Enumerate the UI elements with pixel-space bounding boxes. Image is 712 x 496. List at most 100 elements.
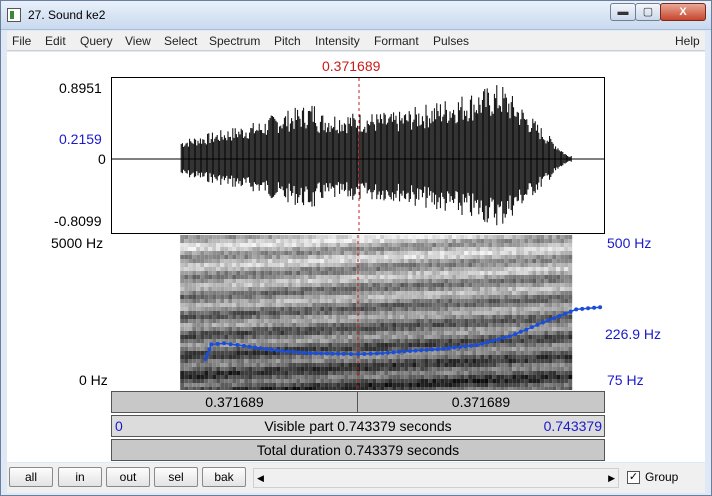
spectrogram-image	[180, 235, 573, 390]
waveform-zero-label: 0	[98, 151, 106, 167]
menu-help[interactable]: Help	[675, 34, 700, 48]
pitch-point	[286, 349, 291, 354]
pitch-point	[302, 350, 307, 355]
pitch-point	[269, 347, 274, 352]
maximize-button[interactable]: ▢	[635, 3, 661, 21]
total-duration-panel[interactable]: Total duration 0.743379 seconds	[111, 439, 605, 461]
title-bar[interactable]: 27. Sound ke2 ▬ ▢ X	[1, 1, 711, 30]
menu-query[interactable]: Query	[80, 34, 113, 48]
pitch-point	[264, 347, 269, 351]
pitch-point	[235, 343, 240, 347]
pitch-point	[319, 351, 324, 356]
pitch-point	[228, 342, 233, 347]
pitch-point	[474, 343, 479, 348]
pitch-point	[513, 332, 518, 337]
pitch-point	[586, 306, 591, 311]
pitch-point	[496, 337, 501, 342]
pitch-point	[546, 318, 551, 323]
pitch-point	[385, 350, 390, 355]
time-after-cursor-panel[interactable]: 0.371689	[357, 391, 605, 413]
group-checkbox[interactable]: ✓	[627, 471, 640, 484]
pitch-point	[598, 305, 603, 310]
pitch-point	[258, 346, 263, 351]
scroll-right-icon[interactable]: ▶	[608, 473, 615, 484]
bottom-toolbar: all in out sel bak ◀ ▶ ✓ Group	[7, 463, 705, 493]
close-button[interactable]: X	[660, 3, 706, 21]
pitch-point	[446, 346, 451, 351]
pitch-point	[552, 316, 556, 321]
zoom-selection-button[interactable]: sel	[154, 467, 198, 487]
pitch-point	[529, 325, 534, 330]
pitch-point	[348, 352, 353, 357]
pitch-point	[308, 351, 313, 356]
waveform-plot	[112, 78, 604, 233]
editor-content: 0.371689 0.8951 0.2159 0 -0.8099 5000 Hz…	[7, 52, 705, 462]
pitch-point	[435, 347, 440, 352]
pitch-point	[222, 341, 226, 346]
waveform-panel[interactable]	[111, 77, 605, 234]
menu-select[interactable]: Select	[164, 34, 197, 48]
pitch-point	[491, 338, 496, 343]
pitch-point	[540, 320, 545, 325]
pitch-bottom-label: 75 Hz	[607, 372, 644, 388]
menu-pulses[interactable]: Pulses	[433, 34, 469, 48]
pitch-point	[563, 311, 568, 316]
cursor-time-value: 0.371689	[322, 58, 381, 74]
visible-end-value: 0.743379	[543, 418, 602, 434]
pitch-point	[336, 351, 340, 356]
scroll-left-icon[interactable]: ◀	[257, 473, 264, 484]
pitch-point	[424, 347, 429, 352]
pitch-point	[280, 349, 285, 353]
zoom-out-button[interactable]: out	[106, 467, 150, 487]
menu-bar: File Edit Query View Select Spectrum Pit…	[7, 31, 705, 51]
pitch-point	[325, 351, 329, 356]
menu-file[interactable]: File	[12, 34, 31, 48]
spectrogram-freq-bottom-label: 0 Hz	[79, 372, 108, 388]
time-before-cursor-panel[interactable]: 0.371689	[111, 391, 358, 413]
menu-pitch[interactable]: Pitch	[274, 34, 301, 48]
pitch-point	[413, 348, 418, 353]
pitch-point	[207, 347, 212, 352]
pitch-point	[408, 349, 412, 353]
zoom-all-button[interactable]: all	[9, 467, 53, 487]
pitch-point	[209, 342, 214, 347]
pitch-point	[397, 349, 401, 354]
time-before-cursor-value: 0.371689	[205, 394, 264, 410]
visible-start-value: 0	[115, 418, 123, 434]
pitch-point	[419, 348, 424, 353]
spectrogram-freq-top-label: 5000 Hz	[51, 235, 104, 251]
time-scrollbar[interactable]: ◀ ▶	[253, 468, 619, 488]
pitch-point	[502, 335, 507, 340]
pitch-point	[362, 352, 367, 356]
pitch-point	[507, 334, 512, 339]
pitch-point	[574, 307, 579, 312]
pitch-point	[463, 344, 468, 349]
minimize-button[interactable]: ▬	[610, 3, 636, 21]
pitch-point	[215, 341, 220, 346]
pitch-point	[368, 351, 373, 356]
pitch-point	[457, 345, 462, 349]
menu-intensity[interactable]: Intensity	[315, 34, 360, 48]
zoom-in-button[interactable]: in	[58, 467, 102, 487]
menu-edit[interactable]: Edit	[45, 34, 66, 48]
menu-view[interactable]: View	[125, 34, 151, 48]
pitch-point	[518, 329, 523, 334]
waveform-max-label: 0.8951	[59, 80, 102, 96]
pitch-point	[374, 351, 379, 356]
spectrogram-panel[interactable]	[111, 235, 605, 390]
pitch-point	[430, 347, 435, 352]
menu-formant[interactable]: Formant	[374, 34, 419, 48]
waveform-cursor-value-label: 0.2159	[59, 131, 102, 147]
menu-spectrum[interactable]: Spectrum	[209, 34, 260, 48]
visible-part-panel[interactable]: 0 Visible part 0.743379 seconds 0.743379	[111, 415, 605, 437]
pitch-point	[356, 352, 361, 357]
pitch-point	[480, 341, 484, 346]
pitch-top-label: 500 Hz	[607, 235, 652, 251]
spectrogram-plot	[180, 235, 603, 390]
pitch-point	[391, 350, 396, 355]
pitch-point	[203, 357, 208, 361]
group-label: Group	[645, 470, 679, 484]
zoom-back-button[interactable]: bak	[202, 467, 246, 487]
pitch-point	[557, 314, 562, 318]
sound-editor-window: 27. Sound ke2 ▬ ▢ X File Edit Query View…	[0, 0, 712, 496]
